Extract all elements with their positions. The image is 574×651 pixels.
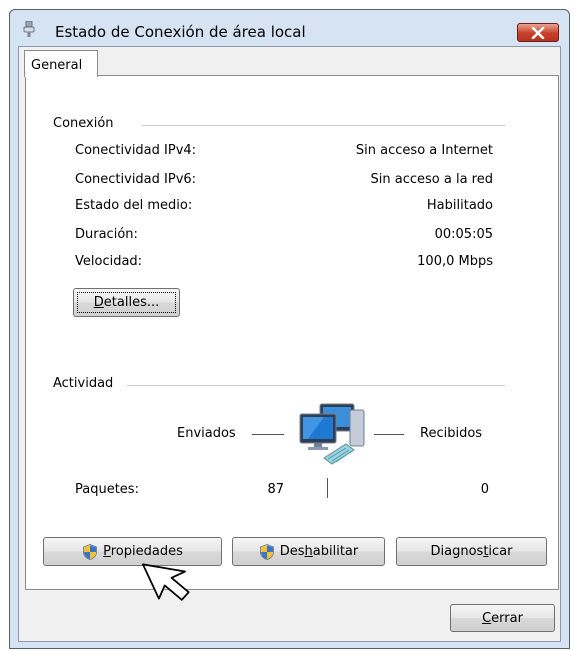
tab-general[interactable]: General bbox=[24, 50, 98, 77]
tab-panel-general: Conexión Conectividad IPv4: Sin acceso a… bbox=[25, 75, 559, 590]
connection-section-title: Conexión bbox=[53, 116, 120, 131]
ipv6-label: Conectividad IPv6: bbox=[75, 172, 197, 187]
network-adapter-icon bbox=[23, 21, 35, 37]
uac-shield-icon bbox=[259, 543, 274, 560]
properties-button-label: Propiedades bbox=[103, 544, 183, 559]
mouse-pointer-icon bbox=[142, 563, 190, 601]
details-button-label: Detalles... bbox=[93, 295, 160, 310]
ipv4-label: Conectividad IPv4: bbox=[75, 143, 197, 158]
activity-divider bbox=[127, 385, 505, 386]
window-title: Estado de Conexión de área local bbox=[55, 23, 306, 41]
sent-connector bbox=[252, 434, 284, 435]
close-icon bbox=[531, 26, 545, 39]
close-button-label: Cerrar bbox=[482, 610, 523, 626]
received-label: Recibidos bbox=[420, 426, 483, 441]
packets-label: Paquetes: bbox=[75, 482, 139, 497]
packets-sent-value: 87 bbox=[267, 482, 284, 497]
speed-value: 100,0 Mbps bbox=[417, 254, 493, 269]
connection-divider bbox=[142, 125, 505, 126]
packets-divider bbox=[327, 478, 328, 498]
received-connector bbox=[374, 434, 404, 435]
speed-label: Velocidad: bbox=[75, 254, 143, 269]
close-window-button[interactable] bbox=[517, 23, 559, 42]
media-state-label: Estado del medio: bbox=[75, 198, 193, 213]
network-computers-icon bbox=[299, 403, 365, 465]
media-state-value: Habilitado bbox=[426, 198, 493, 213]
close-button[interactable]: Cerrar bbox=[450, 604, 555, 632]
details-button[interactable]: Detalles... bbox=[73, 288, 180, 317]
disable-button-label: Deshabilitar bbox=[279, 544, 359, 559]
duration-value: 00:05:05 bbox=[434, 227, 493, 242]
sent-label: Enviados bbox=[177, 426, 236, 441]
diagnose-button-label: Diagnosticar bbox=[430, 544, 513, 559]
title-bar: Estado de Conexión de área local bbox=[10, 10, 569, 46]
duration-label: Duración: bbox=[75, 227, 138, 242]
disable-button[interactable]: Deshabilitar bbox=[232, 537, 385, 566]
ipv4-value: Sin acceso a Internet bbox=[355, 143, 493, 158]
ipv6-value: Sin acceso a la red bbox=[370, 172, 493, 187]
uac-shield-icon bbox=[83, 543, 98, 560]
packets-received-value: 0 bbox=[480, 482, 489, 497]
activity-section-title: Actividad bbox=[53, 376, 120, 391]
diagnose-button[interactable]: Diagnosticar bbox=[396, 537, 547, 566]
